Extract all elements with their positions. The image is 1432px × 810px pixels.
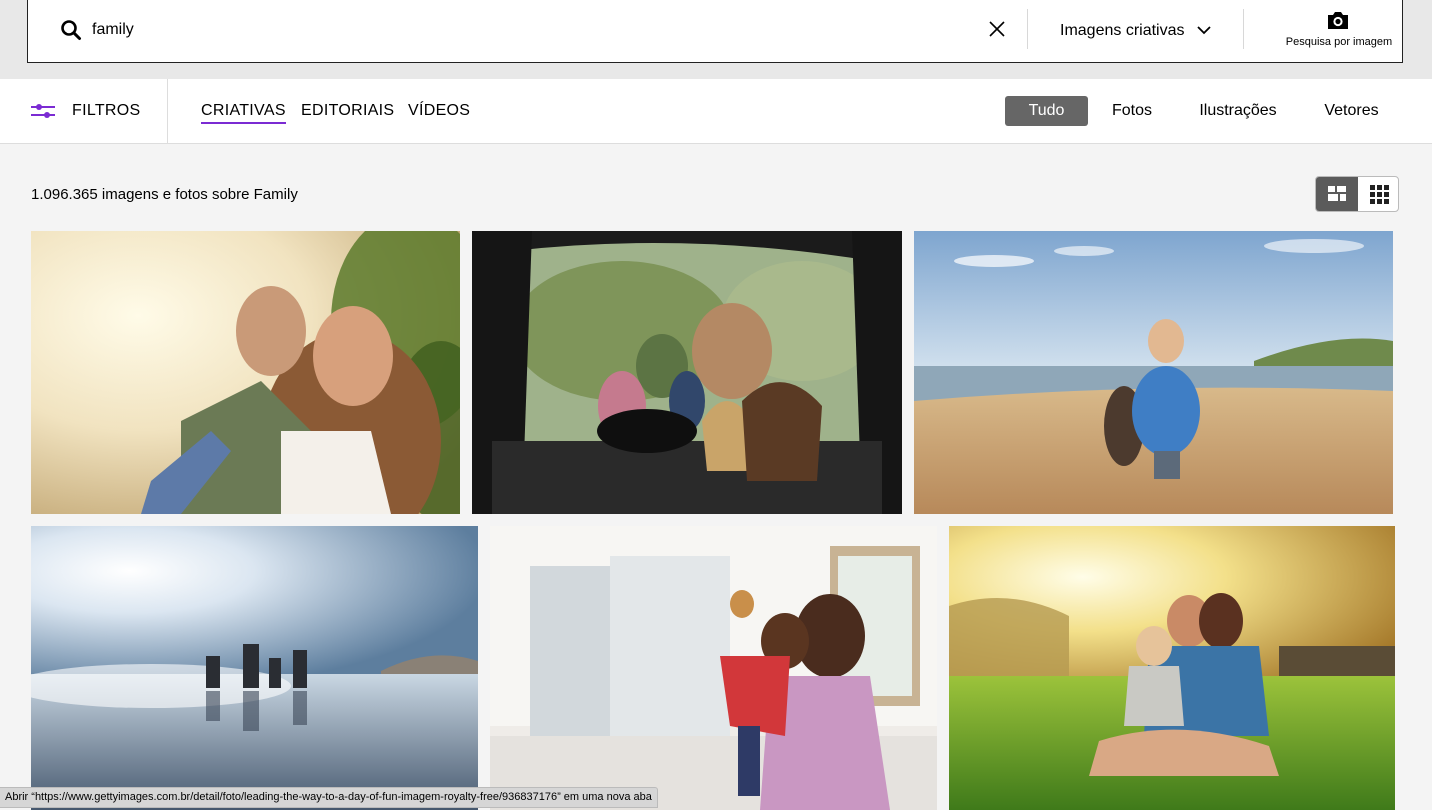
result-photo-kids-running-beach[interactable] bbox=[914, 231, 1393, 514]
search-box: Imagens criativas Pesquisa por imagem bbox=[27, 0, 1403, 63]
mosaic-view-icon bbox=[1328, 186, 1346, 201]
media-type-vetores[interactable]: Vetores bbox=[1314, 96, 1389, 126]
tab-videos[interactable]: VÍDEOS bbox=[408, 102, 470, 120]
image-search-button[interactable]: Pesquisa por imagem bbox=[1244, 0, 1404, 62]
clear-search-icon[interactable] bbox=[986, 18, 1008, 40]
media-type-ilustracoes[interactable]: Ilustrações bbox=[1188, 96, 1288, 126]
result-photo-family-walking-shore[interactable] bbox=[31, 526, 478, 810]
sliders-icon bbox=[31, 104, 55, 118]
media-type-fotos[interactable]: Fotos bbox=[1098, 96, 1166, 126]
search-input[interactable] bbox=[92, 15, 972, 45]
top-search-strip: Imagens criativas Pesquisa por imagem bbox=[0, 0, 1432, 79]
filters-button[interactable]: FILTROS bbox=[0, 79, 168, 143]
result-count: 1.096.365 imagens e fotos sobre Family bbox=[31, 186, 298, 203]
photo-image bbox=[914, 231, 1393, 514]
filter-bar: FILTROS CRIATIVAS EDITORIAIS VÍDEOS Tudo… bbox=[0, 79, 1432, 144]
filters-label: FILTROS bbox=[72, 102, 141, 119]
image-search-label: Pesquisa por imagem bbox=[1285, 36, 1393, 48]
image-type-dropdown[interactable]: Imagens criativas bbox=[1028, 0, 1243, 62]
result-photo-mother-daughter-piggyback[interactable] bbox=[31, 231, 460, 514]
result-photo-mother-daughter-hug-kitchen[interactable] bbox=[490, 526, 937, 810]
result-photo-family-car-trunk[interactable] bbox=[472, 231, 902, 514]
photo-image bbox=[949, 526, 1395, 810]
photo-image bbox=[31, 231, 460, 514]
chevron-down-icon bbox=[1197, 26, 1211, 35]
search-icon bbox=[61, 20, 81, 40]
photo-image bbox=[472, 231, 902, 514]
view-toggle bbox=[1315, 176, 1399, 212]
camera-icon bbox=[1328, 12, 1348, 29]
media-type-tudo[interactable]: Tudo bbox=[1005, 96, 1088, 126]
grid-view-icon bbox=[1370, 185, 1389, 204]
tab-criativas[interactable]: CRIATIVAS bbox=[201, 102, 286, 124]
photo-image bbox=[31, 526, 478, 810]
result-photo-family-lawn-sunset[interactable] bbox=[949, 526, 1395, 810]
mosaic-view-button[interactable] bbox=[1316, 177, 1358, 211]
browser-status-bar: Abrir “https://www.gettyimages.com.br/de… bbox=[0, 787, 658, 808]
tab-editoriais[interactable]: EDITORIAIS bbox=[301, 102, 394, 120]
grid-view-button[interactable] bbox=[1358, 177, 1398, 211]
photo-image bbox=[490, 526, 937, 810]
image-type-label: Imagens criativas bbox=[1060, 21, 1185, 39]
